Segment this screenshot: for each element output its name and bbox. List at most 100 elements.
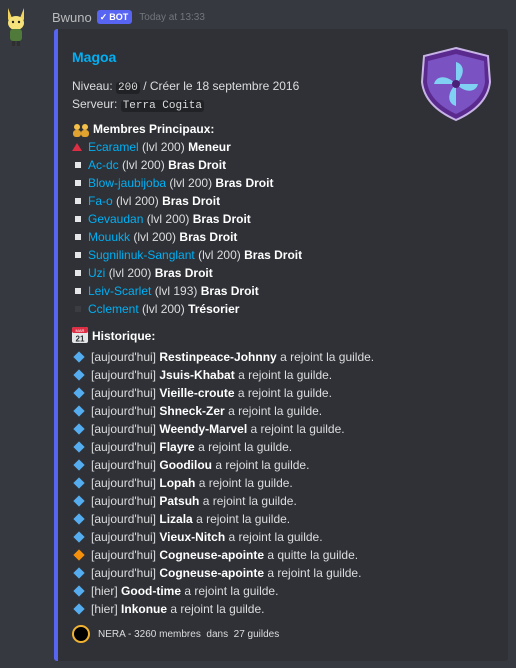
member-role: Bras Droit [162, 194, 221, 208]
history-row: [aujourd'hui] Lizala a rejoint la guilde… [72, 510, 290, 528]
username[interactable]: Bwuno [52, 10, 92, 25]
member-name[interactable]: Fa-o [88, 194, 113, 208]
history-row: [hier] Good-time a rejoint la guilde. [72, 582, 278, 600]
history-who: Lopah [159, 476, 196, 490]
timestamp[interactable]: Today at 13:33 [139, 12, 205, 23]
blue-diamond-icon [73, 531, 85, 543]
blue-diamond-icon [73, 585, 85, 597]
white-square-icon [75, 269, 81, 276]
footer-sep: dans [206, 628, 229, 640]
member-row: Gevaudan (lvl 200) Bras Droit [72, 210, 251, 228]
server-label: Serveur: [72, 97, 118, 111]
history-heading: MAR 21 Historique: [72, 327, 155, 345]
member-level: (lvl 200) [142, 140, 185, 154]
blue-diamond-icon [73, 441, 85, 453]
footer-guilds: 27 guildes [233, 628, 280, 640]
member-role: Bras Droit [192, 212, 251, 226]
member-row: Blow-jaubijoba (lvl 200) Bras Droit [72, 174, 273, 192]
member-row: Uzi (lvl 200) Bras Droit [72, 264, 213, 282]
history-who: Restinpeace-Johnny [159, 350, 277, 364]
history-row: [aujourd'hui] Lopah a rejoint la guilde. [72, 474, 293, 492]
history-action: a rejoint la guilde. [215, 458, 310, 472]
guild-embed: Magoa Niveau: 200 / Créer le 18 septembr… [54, 29, 508, 661]
member-level: (lvl 200) [133, 230, 177, 244]
member-name[interactable]: Mouukk [88, 230, 130, 244]
history-when: [aujourd'hui] [91, 350, 157, 364]
history-action: a rejoint la guilde. [238, 368, 333, 382]
bot-avatar[interactable] [4, 6, 28, 48]
embed-title[interactable]: Magoa [72, 49, 116, 65]
white-square-icon [75, 197, 81, 204]
history-when: [aujourd'hui] [91, 548, 157, 562]
level-value: 200 [116, 82, 140, 94]
member-level: (lvl 200) [116, 194, 159, 208]
history-row: [aujourd'hui] Vieille-croute a rejoint l… [72, 384, 332, 402]
embed-footer: NERA - 3260 membres dans 27 guildes [72, 623, 279, 645]
blue-diamond-icon [73, 387, 85, 399]
history-who: Weendy-Marvel [159, 422, 248, 436]
member-name[interactable]: Ac-dc [88, 158, 119, 172]
white-square-icon [75, 287, 81, 294]
history-who: Good-time [121, 584, 182, 598]
member-name[interactable]: Ecaramel [88, 140, 139, 154]
white-square-icon [75, 215, 81, 222]
member-name[interactable]: Blow-jaubijoba [88, 176, 166, 190]
member-role: Trésorier [188, 302, 240, 316]
history-who: Shneck-Zer [159, 404, 225, 418]
checkmark-icon: ✓ [99, 11, 108, 22]
history-when: [aujourd'hui] [91, 422, 157, 436]
member-name[interactable]: Sugnilinuk-Sanglant [88, 248, 195, 262]
history-action: a rejoint la guilde. [196, 512, 291, 526]
history-who: Flayre [159, 440, 195, 454]
red-triangle-icon [72, 142, 82, 151]
footer-members: 3260 membres [134, 628, 201, 640]
member-name[interactable]: Cclement [88, 302, 139, 316]
blue-diamond-icon [73, 423, 85, 435]
member-row: Cclement (lvl 200) Trésorier [72, 300, 239, 318]
member-row: Ecaramel (lvl 200) Meneur [72, 138, 231, 156]
level-line: Niveau: 200 / Créer le 18 septembre 2016 [72, 77, 299, 95]
member-name[interactable]: Uzi [88, 266, 105, 280]
history-when: [aujourd'hui] [91, 368, 157, 382]
blue-diamond-icon [73, 477, 85, 489]
member-role: Bras Droit [215, 176, 274, 190]
member-level: (lvl 200) [169, 176, 213, 190]
member-role: Bras Droit [179, 230, 238, 244]
server-line: Serveur: Terra Cogita [72, 95, 204, 113]
history-action: a rejoint la guilde. [202, 494, 297, 508]
history-row: [aujourd'hui] Weendy-Marvel a rejoint la… [72, 420, 345, 438]
history-who: Inkonue [121, 602, 168, 616]
history-row: [aujourd'hui] Goodilou a rejoint la guil… [72, 456, 309, 474]
history-action: a rejoint la guilde. [237, 386, 332, 400]
calendar-month: MAR [76, 328, 85, 333]
calendar-icon: MAR 21 [72, 327, 88, 344]
history-when: [aujourd'hui] [91, 494, 157, 508]
bot-badge: ✓ BOT [96, 10, 133, 24]
member-name[interactable]: Gevaudan [88, 212, 143, 226]
history-when: [aujourd'hui] [91, 476, 157, 490]
history-action: a rejoint la guilde. [184, 584, 279, 598]
history-who: Patsuh [159, 494, 200, 508]
history-action: a rejoint la guilde. [228, 530, 323, 544]
history-who: Cogneuse-apointe [159, 548, 265, 562]
history-row: [aujourd'hui] Cogneuse-apointe a rejoint… [72, 564, 361, 582]
white-square-icon [75, 179, 81, 186]
history-row: [aujourd'hui] Vieux-Nitch a rejoint la g… [72, 528, 323, 546]
history-row: [aujourd'hui] Patsuh a rejoint la guilde… [72, 492, 297, 510]
member-row: Leiv-Scarlet (lvl 193) Bras Droit [72, 282, 259, 300]
history-row: [aujourd'hui] Flayre a rejoint la guilde… [72, 438, 292, 456]
history-title: Historique: [92, 329, 156, 343]
history-who: Cogneuse-apointe [159, 566, 265, 580]
member-name[interactable]: Leiv-Scarlet [88, 284, 151, 298]
member-role: Bras Droit [168, 158, 227, 172]
guild-emblem-icon [420, 46, 492, 122]
blue-diamond-icon [73, 567, 85, 579]
blue-diamond-icon [73, 351, 85, 363]
history-action: a rejoint la guilde. [267, 566, 362, 580]
member-row: Mouukk (lvl 200) Bras Droit [72, 228, 237, 246]
member-level: (lvl 200) [198, 248, 241, 262]
member-row: Ac-dc (lvl 200) Bras Droit [72, 156, 226, 174]
level-label: Niveau: [72, 79, 113, 93]
members-title: Membres Principaux: [93, 122, 215, 136]
blue-diamond-icon [73, 495, 85, 507]
